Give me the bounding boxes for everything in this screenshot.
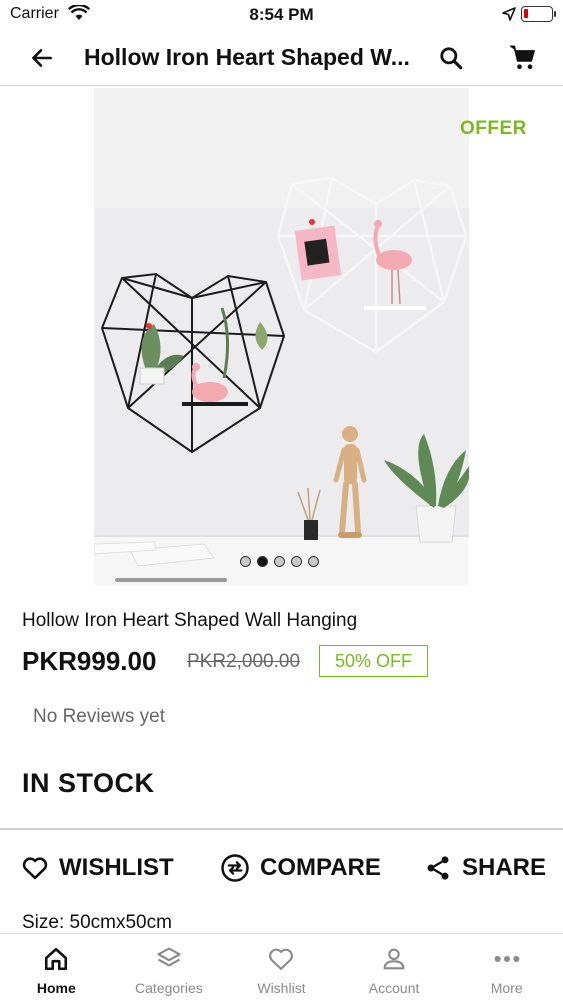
share-label: SHARE — [462, 854, 547, 881]
nav-item-home[interactable]: Home — [0, 934, 113, 1000]
product-size: Size: 50cmx50cm — [22, 912, 172, 933]
wishlist-label: WISHLIST — [59, 854, 174, 881]
nav-item-more[interactable]: More — [450, 934, 563, 1000]
nav-label-wishlist: Wishlist — [257, 980, 306, 996]
cart-button[interactable] — [505, 40, 541, 76]
home-icon — [41, 944, 71, 974]
offer-label: OFFER — [460, 118, 527, 139]
gallery-dot[interactable] — [308, 556, 319, 567]
wishlist-button[interactable]: WISHLIST — [21, 850, 174, 886]
compare-icon — [221, 854, 249, 882]
stock-status: IN STOCK — [22, 768, 155, 798]
discount-badge: 50% OFF — [319, 645, 428, 677]
status-bar: Carrier 8:54 PM — [0, 0, 563, 30]
arrow-left-icon — [32, 49, 52, 67]
search-button[interactable] — [433, 40, 469, 76]
gallery-pagination[interactable] — [240, 556, 319, 567]
product-old-price: PKR2,000.00 — [187, 651, 301, 672]
nav-label-more: More — [490, 980, 523, 996]
gallery-dot[interactable] — [291, 556, 302, 567]
status-time: 8:54 PM — [249, 5, 314, 24]
horizontal-scroll-indicator — [115, 578, 227, 582]
heart-icon — [22, 857, 48, 880]
product-image[interactable] — [94, 88, 469, 586]
nav-item-wishlist[interactable]: Wishlist — [225, 934, 338, 1000]
compare-button[interactable]: COMPARE — [220, 850, 381, 886]
heart-icon — [266, 944, 296, 974]
cart-icon — [510, 45, 535, 70]
product-name: Hollow Iron Heart Shaped Wall Hanging — [22, 610, 358, 631]
product-price: PKR999.00 — [22, 646, 157, 676]
battery-icon — [521, 6, 556, 22]
user-icon — [379, 944, 409, 974]
compare-label: COMPARE — [260, 854, 381, 881]
layers-icon — [154, 944, 184, 974]
nav-item-account[interactable]: Account — [338, 934, 451, 1000]
location-arrow-icon — [502, 7, 516, 26]
nav-label-home: Home — [36, 980, 76, 996]
bottom-nav: Home Categories Wishlist Account More — [0, 933, 563, 1000]
share-button[interactable]: SHARE — [424, 850, 546, 886]
divider — [0, 828, 563, 830]
app-header: Hollow Iron Heart Shaped W... — [0, 30, 563, 86]
gallery-dot[interactable] — [274, 556, 285, 567]
share-icon — [427, 856, 449, 880]
page-title: Hollow Iron Heart Shaped W... — [84, 44, 410, 70]
nav-label-account: Account — [368, 980, 420, 996]
search-icon — [440, 47, 463, 70]
back-button[interactable] — [24, 40, 60, 76]
nav-label-categories: Categories — [135, 980, 203, 996]
more-dots-icon — [492, 944, 522, 974]
gallery-dot[interactable] — [240, 556, 251, 567]
reviews-status[interactable]: No Reviews yet — [33, 706, 165, 728]
nav-item-categories[interactable]: Categories — [113, 934, 226, 1000]
gallery-dot-active[interactable] — [257, 556, 268, 567]
